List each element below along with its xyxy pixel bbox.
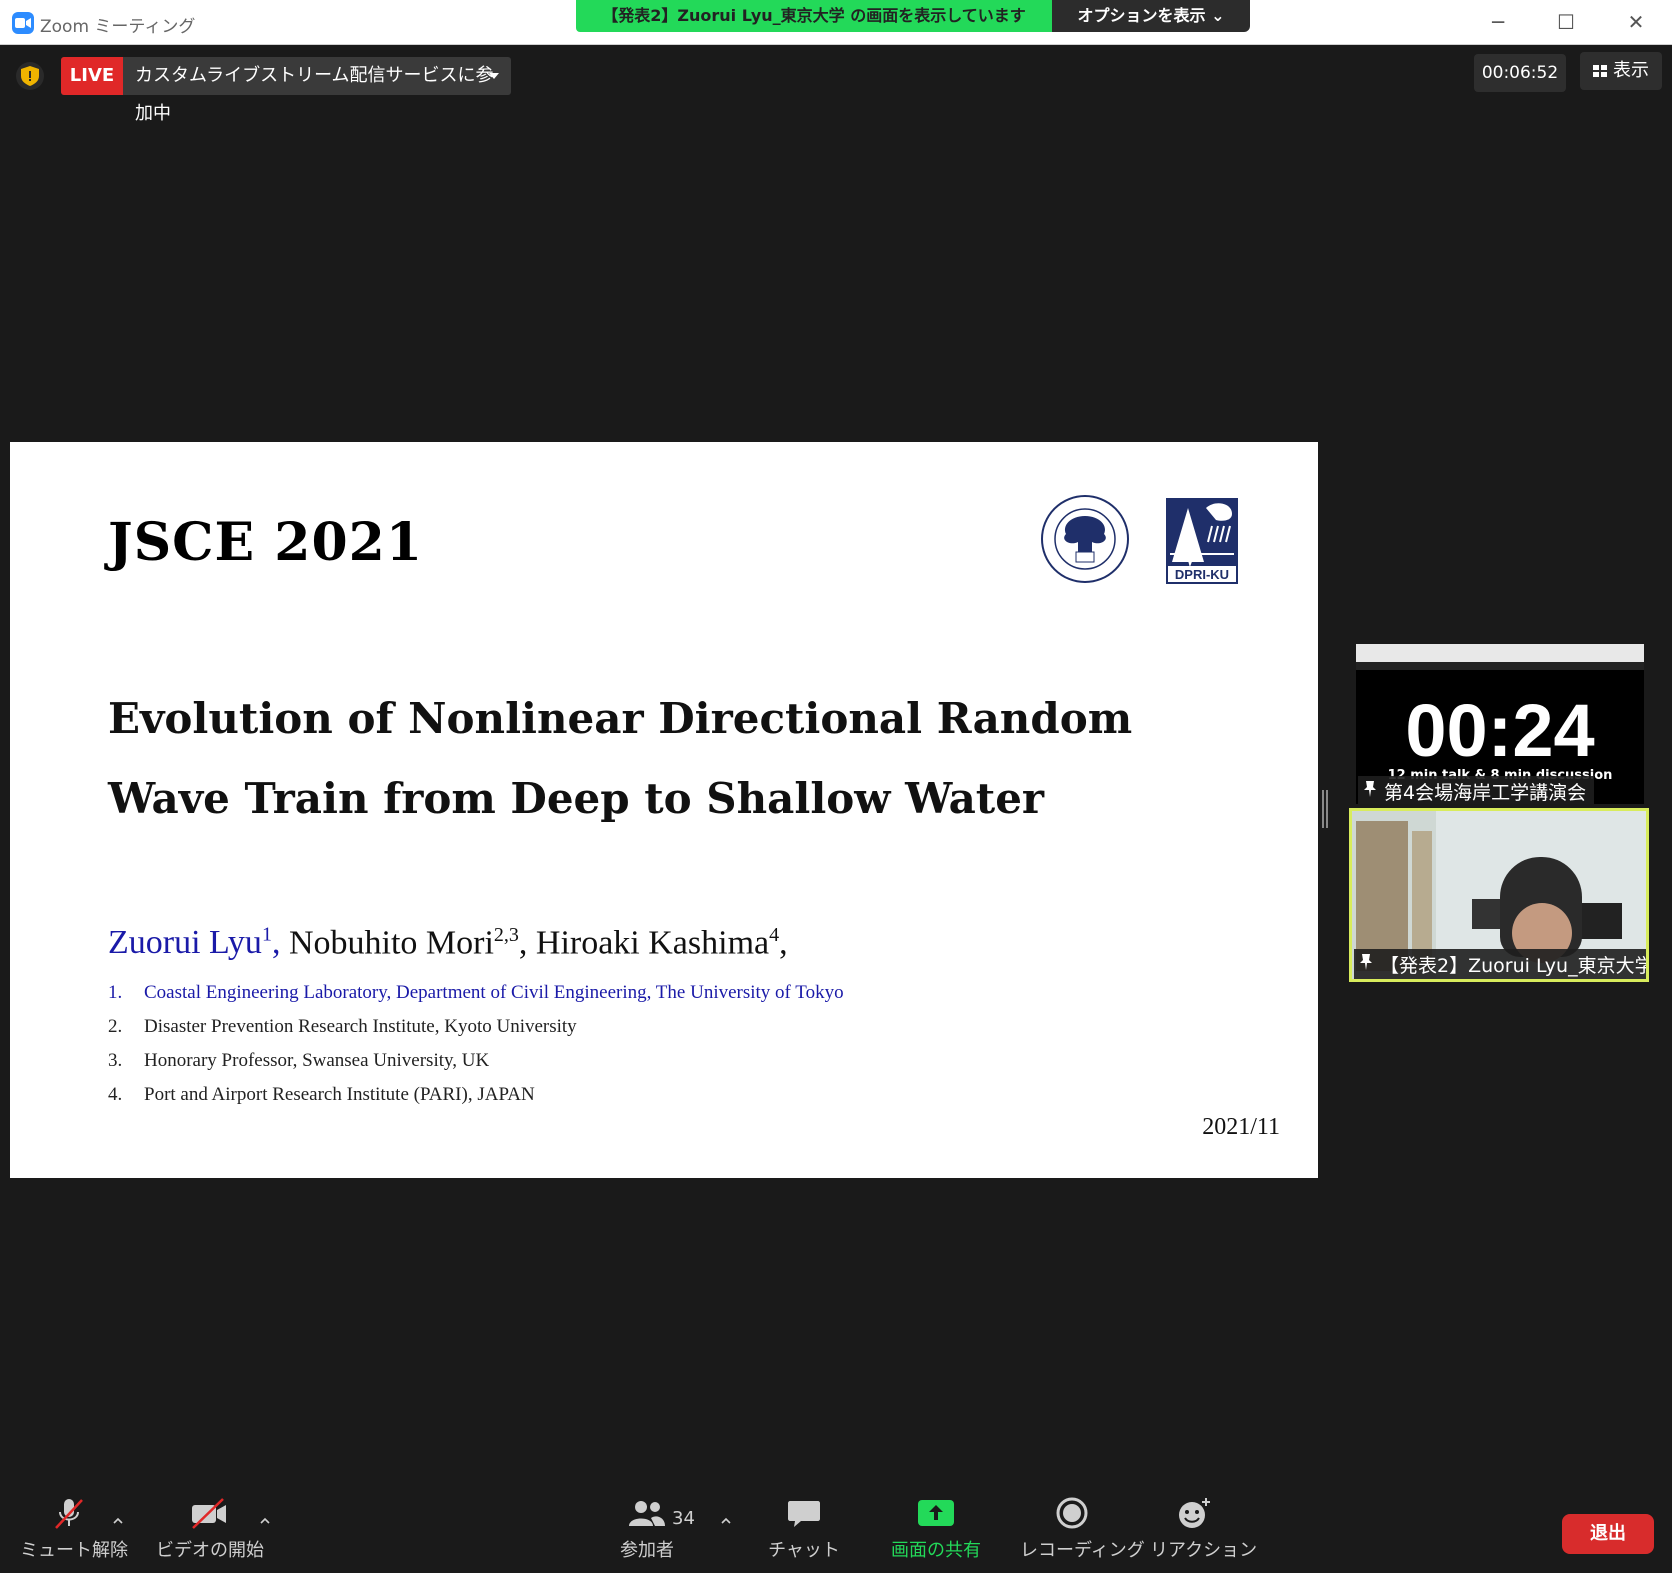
start-video-button[interactable]: ビデオの開始 <box>156 1496 264 1562</box>
chat-label: チャット <box>768 1540 840 1561</box>
close-button[interactable]: ✕ <box>1616 8 1656 36</box>
security-shield-icon[interactable] <box>16 62 44 90</box>
author-separator: , <box>779 924 788 962</box>
affiliation-item: 1. Coastal Engineering Laboratory, Depart… <box>108 982 844 1004</box>
grid-icon <box>1593 65 1607 77</box>
view-layout-button[interactable]: 表示 <box>1580 52 1662 90</box>
minimize-button[interactable]: ─ <box>1478 8 1518 36</box>
meeting-elapsed-timer: 00:06:52 <box>1474 54 1566 92</box>
affiliation-number: 2. <box>108 1016 123 1037</box>
record-label: レコーディング <box>1020 1540 1145 1561</box>
start-video-label: ビデオの開始 <box>156 1540 264 1561</box>
panel-resize-handle[interactable] <box>1322 790 1328 828</box>
dpri-ku-logo: DPRI-KU <box>1166 498 1238 584</box>
participants-button[interactable]: 参加者 <box>612 1496 682 1562</box>
slide-title-line-2: Wave Train from Deep to Shallow Water <box>108 774 1045 823</box>
affiliation-number: 1. <box>108 982 123 1003</box>
share-screen-label: 画面の共有 <box>891 1540 981 1561</box>
author-name: Hiroaki Kashima <box>535 924 770 962</box>
video-camera-off-icon <box>192 1498 226 1529</box>
chat-icon <box>788 1501 820 1527</box>
slide-authors: Zuorui Lyu1, Nobuhito Mori2,3, Hiroaki K… <box>108 924 788 962</box>
author-separator: , <box>271 924 281 962</box>
zoom-app-icon <box>12 12 34 34</box>
slide-title-line-1: Evolution of Nonlinear Directional Rando… <box>108 694 1133 743</box>
author-name: Zuorui Lyu <box>108 924 262 962</box>
slide-header: JSCE 2021 <box>108 512 424 573</box>
share-screen-icon <box>918 1500 954 1526</box>
video-tile-presenter[interactable]: 【発表2】Zuorui Lyu_東京大学 <box>1349 808 1649 982</box>
reaction-smiley-icon <box>1179 1498 1210 1528</box>
affiliation-item: 4. Port and Airport Research Institute (P… <box>108 1084 535 1106</box>
reactions-label: リアクション <box>1150 1540 1258 1561</box>
view-button-label: 表示 <box>1613 60 1649 81</box>
participant-name: 【発表2】Zuorui Lyu_東京大学 <box>1380 955 1649 977</box>
author-affiliation-mark: 4 <box>769 924 780 946</box>
affiliation-number: 4. <box>108 1084 123 1105</box>
window-title: Zoom ミーティング <box>40 17 196 37</box>
leave-meeting-button[interactable]: 退出 <box>1562 1514 1654 1554</box>
countdown-clock: 00:24 <box>1405 689 1595 772</box>
screen-share-banner: 【発表2】Zuorui Lyu_東京大学 の画面を表示しています <box>576 0 1052 32</box>
author-name: Nobuhito Mori <box>288 924 494 962</box>
video-tile-timer[interactable]: 00:24 12 min talk & 8 min discussion 第4会… <box>1356 644 1644 804</box>
chevron-up-icon[interactable] <box>260 1516 270 1526</box>
live-badge: LIVE <box>61 57 123 95</box>
live-stream-status[interactable]: LIVE カスタムライブストリーム配信サービスに参加中 <box>61 57 511 124</box>
record-button[interactable]: レコーディング <box>1020 1496 1145 1562</box>
live-status-text: カスタムライブストリーム配信サービスに参加中 <box>135 65 494 124</box>
participants-icon <box>629 1501 665 1526</box>
author-affiliation-mark: 2,3 <box>493 924 519 946</box>
record-icon <box>1056 1497 1088 1529</box>
participant-name: 第4会場海岸工学講演会 <box>1384 782 1587 804</box>
shared-browser-thumbnail <box>1356 644 1644 670</box>
share-screen-button[interactable]: 画面の共有 <box>886 1496 986 1562</box>
slide-date: 2021/11 <box>1202 1114 1280 1140</box>
reactions-button[interactable]: リアクション <box>1150 1496 1258 1562</box>
chevron-down-icon <box>489 73 499 79</box>
affiliation-text: Port and Airport Research Institute (PAR… <box>144 1084 535 1105</box>
shared-screen-slide: JSCE 2021 DPRI-KU Evolution of Nonlinear… <box>10 442 1318 1178</box>
chevron-up-icon[interactable] <box>721 1516 731 1526</box>
unmute-button[interactable]: ミュート解除 <box>20 1496 128 1562</box>
pin-icon <box>1360 954 1372 970</box>
author-separator: , <box>518 924 528 962</box>
chat-button[interactable]: チャット <box>768 1496 840 1562</box>
affiliation-number: 3. <box>108 1050 123 1071</box>
affiliation-item: 3. Honorary Professor, Swansea University… <box>108 1050 489 1072</box>
affiliation-text: Disaster Prevention Research Institute, … <box>144 1016 577 1037</box>
participant-name-label: 第4会場海岸工学講演会 <box>1358 776 1595 804</box>
participant-count: 34 <box>672 1508 695 1529</box>
affiliation-text: Honorary Professor, Swansea University, … <box>144 1050 490 1071</box>
affiliation-item: 2. Disaster Prevention Research Institute… <box>108 1016 577 1038</box>
author-affiliation-mark: 1 <box>261 924 272 946</box>
affiliation-text: Coastal Engineering Laboratory, Departme… <box>144 982 844 1003</box>
maximize-button[interactable]: ☐ <box>1546 8 1586 36</box>
view-options-button[interactable]: オプションを表示 ⌄ <box>1052 0 1250 32</box>
unmute-label: ミュート解除 <box>20 1540 128 1561</box>
microphone-muted-icon <box>55 1499 83 1529</box>
kyoto-university-logo <box>1041 495 1129 583</box>
participants-label: 参加者 <box>620 1540 674 1561</box>
pin-icon <box>1364 781 1376 797</box>
chevron-up-icon[interactable] <box>113 1516 123 1526</box>
participant-name-label: 【発表2】Zuorui Lyu_東京大学 <box>1354 949 1649 979</box>
dpri-logo-text: DPRI-KU <box>1175 567 1229 582</box>
